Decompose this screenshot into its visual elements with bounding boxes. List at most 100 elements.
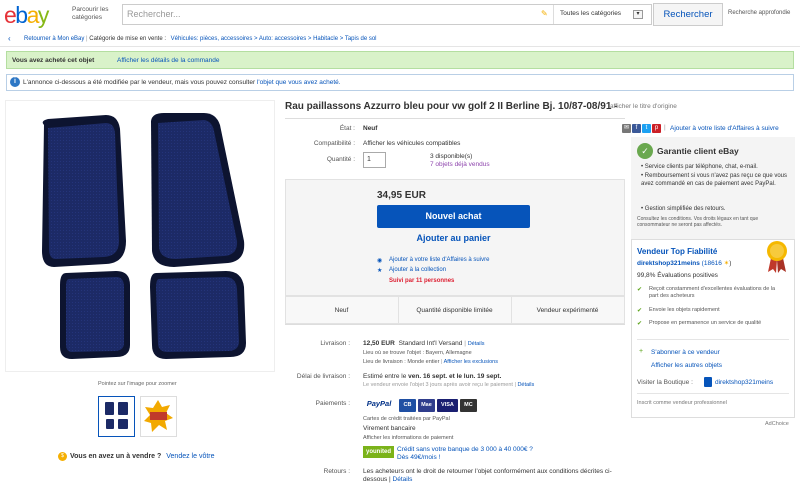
search-button[interactable]: Rechercher: [653, 3, 723, 26]
state-value: Neuf: [363, 125, 378, 132]
ships-to: Lieu de livraison : Monde entier: [363, 359, 440, 365]
thumbnail-badge[interactable]: [140, 396, 177, 437]
sell-prompt: Vous en avez un à vendre ? Vendez le vôt…: [70, 453, 215, 460]
divider: [637, 339, 789, 340]
feedback-score[interactable]: (18616: [702, 260, 722, 267]
share-icons: ✉ f t p: [622, 124, 662, 133]
delivery-note: Le vendeur envoie l'objet 3 jours après …: [363, 382, 513, 388]
seller-other-items-link[interactable]: Afficher les autres objets: [651, 362, 722, 369]
sell-question: Vous en avez un à vendre ?: [70, 453, 162, 460]
visa-icon: VISA: [436, 399, 458, 412]
adchoice-link[interactable]: AdChoice: [765, 421, 789, 427]
younited-logo: younited: [363, 446, 394, 458]
add-watchlist-link[interactable]: Ajouter à votre liste d'Affaires à suivr…: [389, 257, 489, 263]
positive-rating: 99,8% Évaluations positives: [637, 272, 718, 279]
guarantee-title: Garantie client eBay: [657, 146, 739, 156]
eye-icon: ◉: [377, 258, 383, 264]
info-message: L'annonce ci-dessous a été modifiée par …: [23, 79, 256, 86]
top-rated-title: Vendeur Top Fiabilité: [637, 247, 718, 256]
facebook-icon[interactable]: f: [632, 124, 641, 133]
pinterest-icon[interactable]: p: [652, 124, 661, 133]
separator: |: [664, 124, 666, 131]
shipping-method: Standard Int'l Versand: [398, 340, 463, 347]
mastercard-icon: MC: [459, 399, 477, 412]
chevron-down-icon[interactable]: ▾: [633, 10, 643, 19]
order-details-link[interactable]: Afficher les détails de la commande: [117, 57, 220, 64]
highlight-condition: Neuf: [334, 307, 349, 314]
shipping-details-link[interactable]: Détails: [468, 341, 485, 347]
search-placeholder: Rechercher...: [127, 9, 181, 19]
star-icon: ★: [377, 268, 383, 274]
shop-label: Visiter la Boutique :: [637, 379, 693, 386]
quantity-input[interactable]: 1: [363, 152, 386, 168]
maestro-icon: Mae: [417, 399, 435, 412]
compat-link[interactable]: Afficher les véhicules compatibles: [363, 140, 460, 147]
divider: [637, 393, 789, 394]
pro-seller: Inscrit comme vendeur professionnel: [637, 400, 727, 406]
lightbulb-icon: ✎: [541, 9, 548, 18]
shop-link[interactable]: direktshop321meins: [715, 379, 773, 386]
price: 34,95 EUR: [377, 190, 426, 201]
breadcrumb-row: Retourner à Mon eBay | Catégorie de mise…: [24, 36, 377, 42]
svg-text:ebay: ebay: [4, 2, 50, 28]
item-location: Lieu où se trouve l'objet : Bayern, Alle…: [363, 350, 472, 356]
buy-now-button[interactable]: Nouvel achat: [377, 205, 530, 228]
qty-label: Quantité :: [326, 156, 355, 163]
add-collection-link[interactable]: Ajouter à la collection: [389, 267, 446, 273]
state-label: État :: [339, 125, 355, 132]
original-title-link[interactable]: afficher le titre d'origine: [610, 103, 677, 110]
guarantee-bullet: • Gestion simplifiée des retours.: [641, 206, 726, 212]
category-label: Toutes les catégories: [560, 10, 622, 17]
email-icon[interactable]: ✉: [622, 124, 631, 133]
seller-name-link[interactable]: direktshop321meins: [637, 260, 700, 267]
sell-yours-link[interactable]: Vendez le vôtre: [166, 453, 214, 460]
guarantee-bullet-text: Remboursement si vous n'avez pas reçu ce…: [641, 173, 787, 187]
category-path-link[interactable]: Véhicules: pièces, accessoires > Auto: a…: [171, 36, 377, 42]
sold-count[interactable]: 7 objets déjà vendus: [430, 161, 490, 168]
check-icon: ✔: [637, 321, 643, 327]
watchlist-top-link[interactable]: Ajouter à votre liste d'Affaires à suivr…: [670, 125, 779, 132]
sell-tag-icon: $: [58, 452, 67, 461]
highlight-limited-qty: Quantité disponible limitée: [416, 307, 493, 314]
credit-monthly[interactable]: Dès 49€/mois !: [397, 454, 440, 461]
exclusions-link[interactable]: Afficher les exclusions: [444, 359, 498, 365]
purchased-item-link[interactable]: l'objet que vous avez acheté.: [257, 79, 341, 86]
credit-offer-link[interactable]: Crédit sans votre banque de 3 000 à 40 0…: [397, 446, 533, 453]
delivery-estimate: Estimé entre le ven. 16 sept. et le lun.…: [363, 373, 501, 380]
returns-policy: Les acheteurs ont le droit de retourner …: [363, 468, 613, 484]
divider: [285, 118, 625, 119]
browse-categories[interactable]: Parcourir les catégories: [72, 6, 120, 22]
thumbnail-mats[interactable]: [98, 396, 135, 437]
shipping-cost: 12,50 EUR: [363, 340, 395, 347]
delivery-prefix: Estimé entre le: [363, 373, 407, 380]
purchased-text: Vous avez acheté cet objet: [12, 57, 95, 64]
shield-check-icon: ✓: [637, 143, 653, 159]
ebay-logo[interactable]: ebay: [4, 2, 70, 28]
payment-info-link[interactable]: Afficher les informations de paiement: [363, 435, 453, 441]
ships-to-row: Lieu de livraison : Monde entier | Affic…: [363, 359, 498, 365]
paypal-logo: PayPal: [363, 397, 395, 410]
follow-seller-link[interactable]: S'abonner à ce vendeur: [651, 349, 720, 356]
highlight-experienced-seller: Vendeur expérimenté: [536, 307, 599, 314]
main-product-image[interactable]: [5, 100, 275, 372]
plus-icon: +: [639, 348, 644, 355]
shop-icon: [704, 377, 712, 387]
divider: [285, 324, 625, 325]
seller-check: Reçoit constamment d'excellentes évaluat…: [649, 286, 776, 299]
chevron-left-icon[interactable]: ‹: [8, 34, 11, 43]
twitter-icon[interactable]: t: [642, 124, 651, 133]
available-count: 3 disponible(s): [430, 153, 473, 160]
compat-label: Compatibilité :: [313, 140, 355, 147]
back-to-my-ebay-link[interactable]: Retourner à Mon eBay: [24, 36, 84, 42]
guarantee-bullet: • Remboursement si vous n'avez pas reçu …: [641, 173, 787, 187]
floor-mats-image: [42, 113, 246, 359]
item-title: Rau paillassons Azzurro bleu pour vw gol…: [285, 101, 618, 112]
delivery-details-link[interactable]: Détails: [517, 382, 534, 388]
listed-in-label: Catégorie de mise en vente :: [89, 36, 166, 42]
seller-check: Propose en permanence un service de qual…: [649, 320, 762, 326]
returns-details-link[interactable]: Détails: [393, 476, 413, 483]
payment-badges: PayPal CB Mae VISA MC: [363, 397, 479, 412]
advanced-search-link[interactable]: Recherche approfondie: [728, 10, 790, 16]
check-icon: ✔: [637, 308, 643, 314]
add-to-cart-button[interactable]: Ajouter au panier: [377, 233, 530, 247]
